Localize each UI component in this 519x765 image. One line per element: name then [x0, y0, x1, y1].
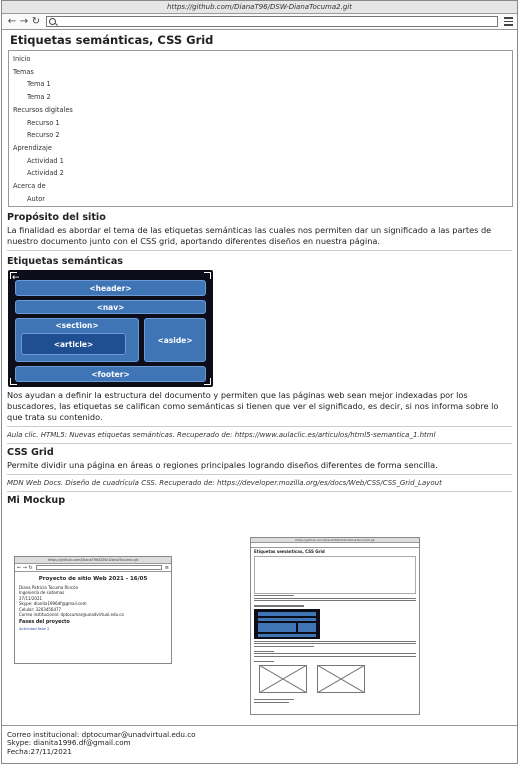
- nav-subitem[interactable]: Actividad 1: [13, 155, 508, 168]
- browser-toolbar: ← → ↻: [2, 14, 517, 30]
- mockup-thumbnail-1: https://github.com/DianaT96/DSW-DianaToc…: [14, 556, 172, 664]
- nav-item[interactable]: Aprendizaje: [13, 142, 508, 155]
- thumb2-nav-box: [254, 556, 416, 594]
- thumb2-line: [254, 640, 416, 642]
- image-placeholder-icon: [317, 665, 365, 694]
- proposito-heading: Propósito del sitio: [7, 212, 106, 223]
- address-bar[interactable]: [46, 16, 498, 27]
- aside-block: <aside>: [144, 318, 206, 362]
- thumb-link: Actividad fase 2: [19, 626, 50, 632]
- proposito-text: La finalidad es abordar el tema de las e…: [7, 225, 492, 246]
- section-label: <section>: [55, 321, 99, 330]
- semantic-tags-diagram: ← <header> <nav> <section> <article> <as…: [8, 270, 213, 387]
- thumb2-line: [254, 600, 416, 602]
- image-placeholder-icon: [259, 665, 307, 694]
- divider: [7, 491, 512, 492]
- nav-subitem[interactable]: Recurso 1: [13, 117, 508, 130]
- nav-subitem[interactable]: Autor: [13, 193, 508, 206]
- semanticas-reference: Aula clic. HTML5: Nuevas etiquetas semán…: [7, 431, 436, 439]
- thumb-info-lines: Diana Patricia Tocuma Rincón Ingeniería d…: [15, 585, 171, 617]
- thumb-menu-icon: ≡: [164, 564, 169, 571]
- page-content: Etiquetas semánticas, CSS Grid Inicio Tem…: [2, 33, 517, 506]
- thumb2-line: [254, 595, 294, 597]
- thumb2-line: [254, 650, 274, 652]
- thumb2-line: [254, 605, 304, 607]
- divider: [7, 474, 512, 475]
- forward-arrow-icon[interactable]: →: [18, 15, 30, 29]
- thumb2-line: [254, 660, 274, 663]
- thumb2-line: [254, 653, 416, 655]
- thumb2-line: [254, 643, 416, 645]
- browser-window: https://github.com/DianaT96/DSW-DianaToc…: [1, 0, 518, 764]
- thumb-subheading: Fases del proyecto: [19, 620, 70, 626]
- nav-subitem[interactable]: Recurso 2: [13, 129, 508, 142]
- nav-subitem[interactable]: Tema 1: [13, 78, 508, 91]
- page-title: Etiquetas semánticas, CSS Grid: [10, 33, 214, 47]
- thumb2-line: [254, 645, 314, 647]
- thumb-toolbar: ← → ↻ ≡: [15, 564, 171, 572]
- nav-item[interactable]: Inicio: [13, 53, 508, 66]
- divider: [7, 250, 512, 251]
- search-icon: [49, 18, 56, 25]
- footer-block: <footer>: [15, 366, 206, 382]
- cssgrid-reference: MDN Web Docs. Diseño de cuadrícula CSS. …: [7, 479, 442, 487]
- thumb2-line: [254, 699, 294, 701]
- hamburger-menu-icon[interactable]: [504, 17, 513, 26]
- footer-divider: [2, 725, 517, 726]
- thumb2-page-title: Etiquetas semánticas, CSS Grid: [254, 549, 325, 554]
- cssgrid-text: Permite dividir una página en áreas o re…: [7, 460, 438, 470]
- header-block: <header>: [15, 280, 206, 296]
- semanticas-heading: Etiquetas semánticas: [7, 256, 124, 267]
- thumb-project-title: Proyecto de sitio Web 2021 - 16/05: [38, 576, 148, 582]
- thumb2-line: [254, 701, 289, 703]
- divider: [7, 426, 512, 427]
- nav-block: <nav>: [15, 300, 206, 314]
- semanticas-text: Nos ayudan a definir la estructura del d…: [7, 390, 499, 422]
- mockup-thumbnail-2: https://github.com/DianaT96/DSW-DianaToc…: [250, 537, 420, 715]
- footer-fecha: Fecha:27/11/2021: [7, 746, 72, 756]
- back-arrow-icon[interactable]: ←: [6, 15, 18, 29]
- reload-icon[interactable]: ↻: [30, 15, 42, 29]
- thumb-title-bar: https://github.com/DianaT96/DSW-DianaToc…: [15, 557, 171, 564]
- cssgrid-heading: CSS Grid: [7, 447, 54, 458]
- mockup-heading: Mi Mockup: [7, 495, 66, 506]
- site-nav: Inicio Temas Tema 1 Tema 2 Recursos digitale…: [8, 50, 513, 207]
- corner-mark: [204, 272, 211, 279]
- nav-subitem[interactable]: Actividad 2: [13, 167, 508, 180]
- nav-item[interactable]: Acerca de: [13, 180, 508, 193]
- nav-item[interactable]: Temas: [13, 66, 508, 79]
- nav-subitem[interactable]: Tema 2: [13, 91, 508, 104]
- window-title: https://github.com/DianaT96/DSW-DianaToc…: [2, 1, 517, 14]
- page-footer: Correo institucional: dptocumar@unadvirt…: [7, 730, 196, 756]
- thumb-address-bar: [35, 565, 162, 570]
- nav-item[interactable]: Recursos digitales: [13, 104, 508, 117]
- thumb-nav-icons: ← → ↻: [17, 564, 33, 571]
- article-block: <article>: [21, 333, 126, 355]
- thumb2-line: [254, 655, 416, 657]
- thumb2-line: [254, 597, 416, 599]
- thumb2-diagram: [254, 608, 320, 639]
- divider: [7, 443, 512, 444]
- thumb2-image-placeholders: [259, 665, 411, 694]
